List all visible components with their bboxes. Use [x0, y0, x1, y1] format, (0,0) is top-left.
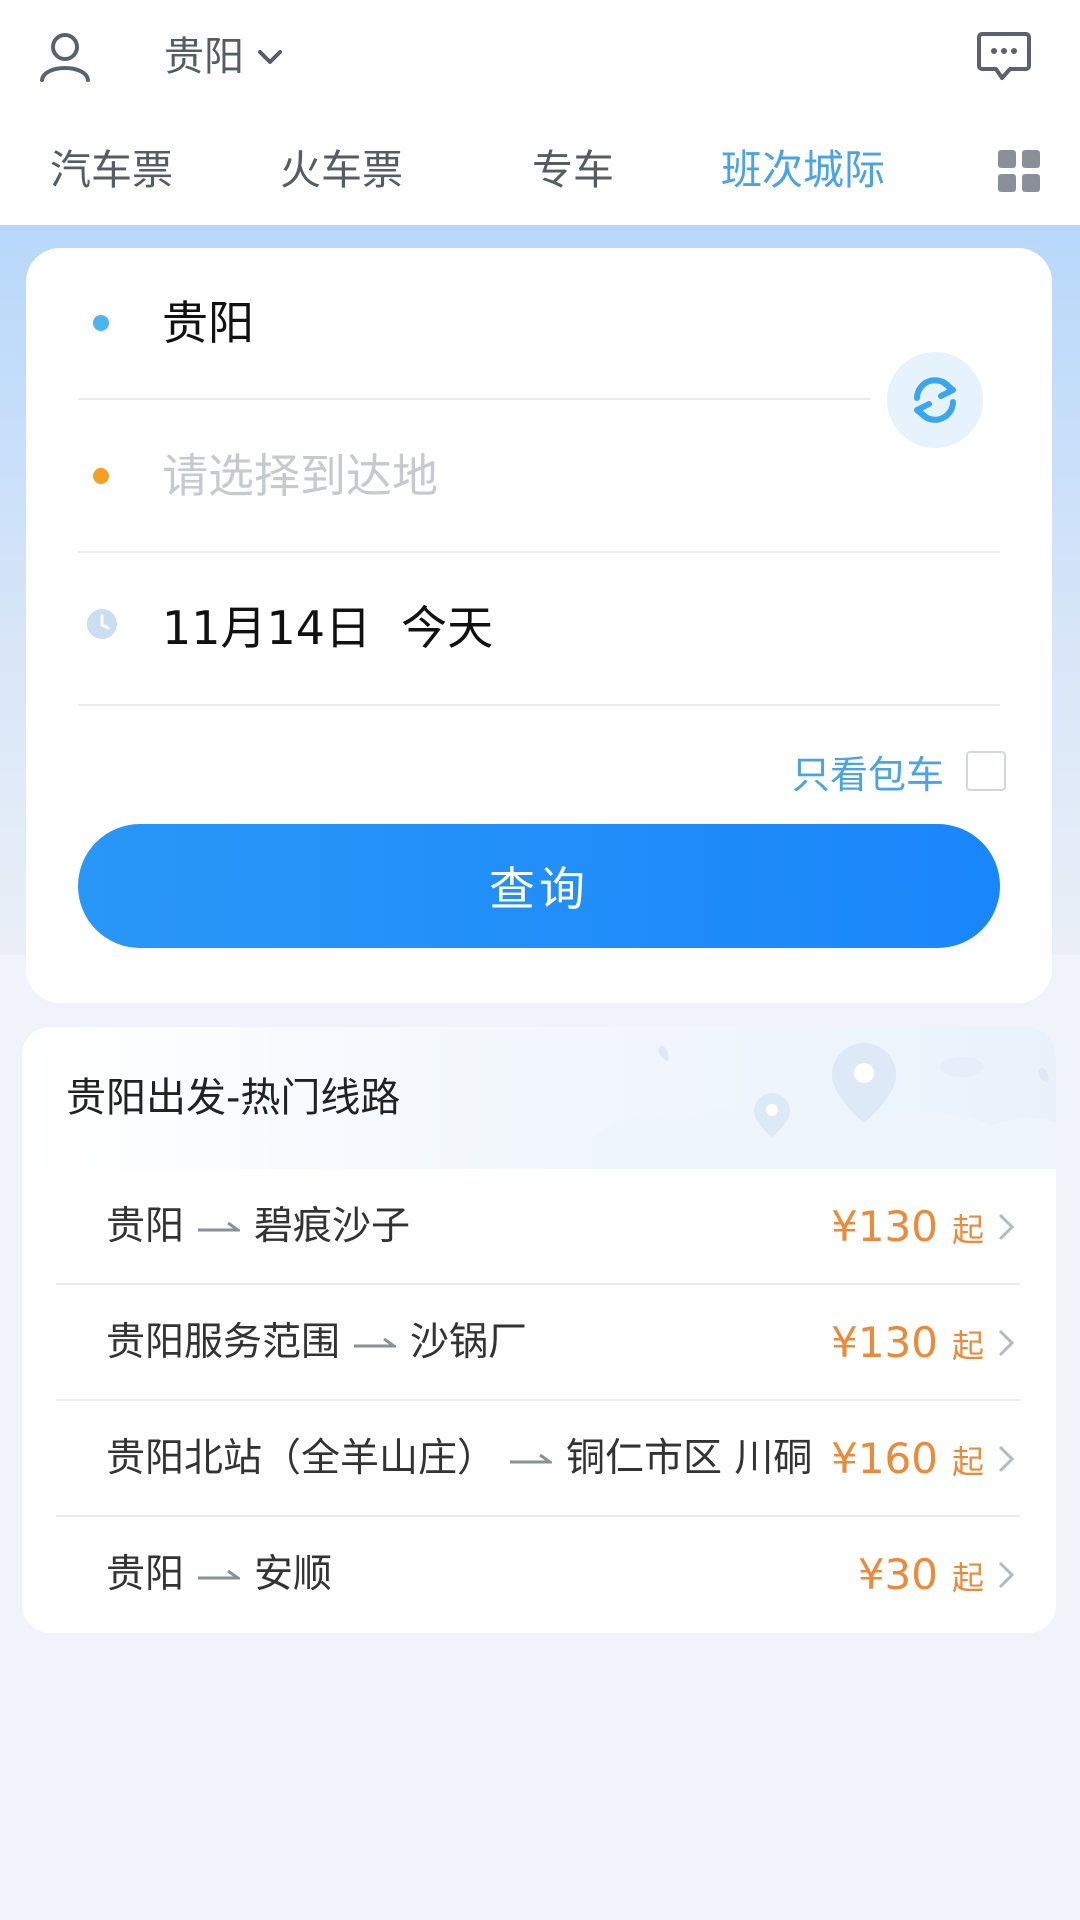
message-icon[interactable]: [976, 30, 1032, 82]
route-from: 贵阳服务范围: [106, 1320, 341, 1365]
chevron-right-icon: [998, 1561, 1015, 1589]
tab-bus-ticket[interactable]: 汽车票: [50, 130, 173, 210]
route-item[interactable]: 贵阳 碧痕沙子 ¥130 起: [56, 1169, 1020, 1285]
price-suffix: 起: [951, 1559, 984, 1597]
map-pin-illustration: [592, 1043, 1056, 1169]
chevron-down-icon: [258, 50, 282, 64]
origin-dot: [93, 315, 109, 331]
route-item[interactable]: 贵阳 安顺 ¥30 起: [56, 1517, 1020, 1633]
top-bar: 贵阳: [0, 0, 1080, 112]
date-field[interactable]: 11月14日 今天: [162, 598, 493, 658]
swap-icon: [914, 377, 956, 423]
tab-train-ticket[interactable]: 火车票: [280, 130, 403, 210]
price-amount: ¥30: [857, 1550, 938, 1599]
arrow-right-icon: [354, 1337, 397, 1348]
city-selector[interactable]: 贵阳: [164, 32, 284, 82]
route-text: 贵阳 碧痕沙子: [106, 1169, 410, 1285]
route-text: 贵阳服务范围 沙锅厂: [106, 1285, 527, 1401]
route-text: 贵阳北站（全羊山庄） 铜仁市区 川硐: [106, 1401, 812, 1517]
clock-icon: [87, 609, 117, 639]
route-price: ¥130 起: [831, 1169, 984, 1285]
routes-title: 贵阳出发-热门线路: [66, 1075, 401, 1121]
price-amount: ¥160: [831, 1434, 938, 1483]
route-to: 铜仁市区 川硐: [566, 1436, 813, 1481]
routes-header: 贵阳出发-热门线路: [22, 1027, 1056, 1169]
divider: [78, 551, 1000, 553]
price-suffix: 起: [951, 1211, 984, 1249]
price-suffix: 起: [951, 1327, 984, 1365]
date-day-label: 今天: [401, 601, 494, 655]
destination-dot: [93, 468, 109, 484]
route-item[interactable]: 贵阳北站（全羊山庄） 铜仁市区 川硐 ¥160 起: [56, 1401, 1020, 1517]
origin-field[interactable]: 贵阳: [162, 293, 254, 353]
search-card: 贵阳 请选择到达地 11月14日 今天 只看包车 查询: [26, 248, 1052, 1003]
arrow-right-icon: [198, 1221, 241, 1232]
route-to: 碧痕沙子: [254, 1204, 411, 1249]
price-suffix: 起: [951, 1443, 984, 1481]
route-text: 贵阳 安顺: [106, 1517, 332, 1633]
route-price: ¥130 起: [831, 1285, 984, 1401]
user-icon[interactable]: [38, 30, 92, 84]
header: 贵阳 汽车票 火车票 专车 班次城际: [0, 0, 1080, 225]
swap-button[interactable]: [887, 352, 983, 448]
price-amount: ¥130: [831, 1318, 938, 1367]
chevron-right-icon: [998, 1329, 1015, 1357]
grid-icon[interactable]: [996, 148, 1042, 194]
arrow-right-icon: [510, 1453, 553, 1464]
query-button[interactable]: 查询: [78, 824, 1000, 948]
date-value: 11月14日: [162, 601, 372, 655]
route-price: ¥160 起: [831, 1401, 984, 1517]
route-price: ¥30 起: [858, 1517, 984, 1633]
charter-only-toggle[interactable]: 只看包车: [791, 746, 1006, 797]
arrow-right-icon: [198, 1569, 241, 1580]
chevron-right-icon: [998, 1213, 1015, 1241]
charter-only-checkbox[interactable]: [966, 751, 1006, 791]
tab-intercity-shuttle[interactable]: 班次城际: [721, 130, 885, 210]
divider: [78, 704, 1000, 706]
route-from: 贵阳: [106, 1204, 185, 1249]
chevron-right-icon: [998, 1445, 1015, 1473]
charter-only-label: 只看包车: [791, 752, 944, 797]
destination-field[interactable]: 请选择到达地: [162, 446, 438, 506]
route-to: 沙锅厂: [410, 1320, 528, 1365]
popular-routes-card: 贵阳出发-热门线路 贵阳 碧痕沙子 ¥130 起 贵阳服务范围 沙锅厂 ¥130…: [22, 1027, 1056, 1633]
tab-private-car[interactable]: 专车: [532, 130, 614, 210]
divider: [78, 398, 870, 400]
route-item[interactable]: 贵阳服务范围 沙锅厂 ¥130 起: [56, 1285, 1020, 1401]
route-from: 贵阳: [106, 1552, 185, 1597]
price-amount: ¥130: [831, 1202, 938, 1251]
route-from: 贵阳北站（全羊山庄）: [106, 1436, 497, 1481]
route-to: 安顺: [254, 1552, 333, 1597]
category-tabs: 汽车票 火车票 专车 班次城际: [0, 130, 1080, 210]
city-label: 贵阳: [164, 34, 244, 80]
